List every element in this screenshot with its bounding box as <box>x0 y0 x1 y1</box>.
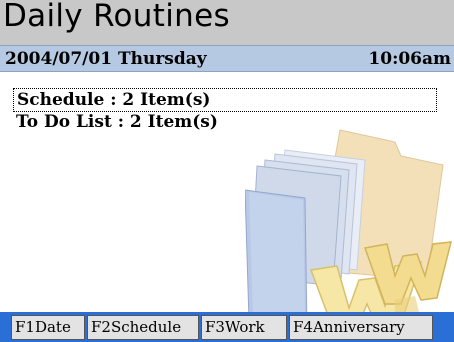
content-area: Schedule : 2 Item(s) To Do List : 2 Item… <box>0 72 454 335</box>
app-title: Daily Routines <box>3 0 230 34</box>
title-bar: Daily Routines <box>0 0 454 45</box>
current-date: 2004/07/01 Thursday <box>5 49 207 69</box>
schedule-item[interactable]: Schedule : 2 Item(s) <box>13 88 437 112</box>
f1-date-button[interactable]: F1Date <box>11 315 85 340</box>
date-bar: 2004/07/01 Thursday 10:06am <box>0 45 454 72</box>
folder-with-w-letters-icon <box>245 129 452 335</box>
f4-anniversary-button[interactable]: F4Anniversary <box>289 315 433 340</box>
current-time: 10:06am <box>368 49 451 69</box>
daily-routines-screen: Daily Routines 2004/07/01 Thursday 10:06… <box>0 0 454 342</box>
f2-schedule-button[interactable]: F2Schedule <box>87 315 199 340</box>
f3-work-button[interactable]: F3Work <box>201 315 287 340</box>
function-key-bar: F1Date F2Schedule F3Work F4Anniversary <box>0 312 454 342</box>
